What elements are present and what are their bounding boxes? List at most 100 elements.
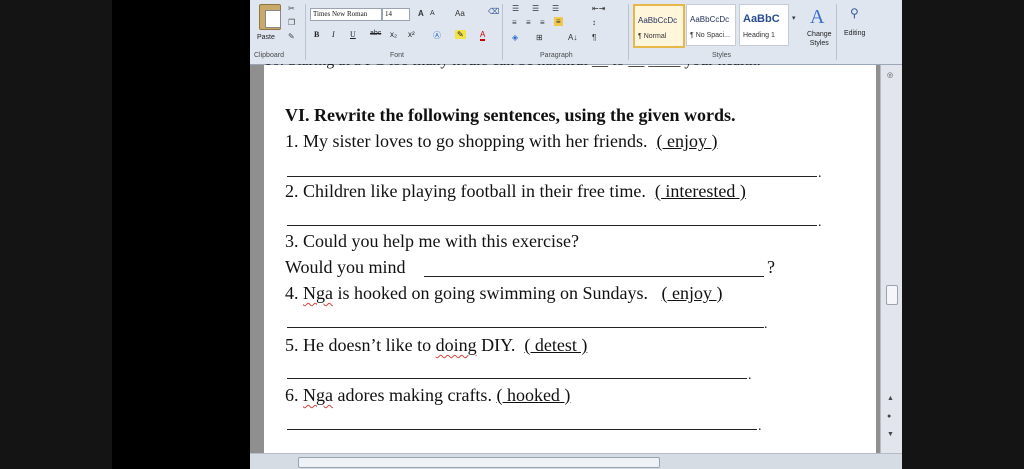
change-styles-icon[interactable]: A: [810, 6, 824, 29]
copy-icon[interactable]: ❐: [288, 18, 295, 27]
paste-button[interactable]: Paste: [257, 4, 283, 50]
subscript-button[interactable]: x₂: [390, 30, 397, 39]
item-4: 4. Nga is hooked on going swimming on Su…: [285, 283, 723, 304]
scroll-down-icon[interactable]: ▼: [887, 431, 894, 438]
style-name: Heading 1: [743, 32, 775, 39]
paste-label: Paste: [257, 34, 275, 41]
horizontal-scrollbar[interactable]: [250, 453, 902, 469]
format-painter-icon[interactable]: ✎: [288, 32, 295, 41]
would-you-mind-text: Would you mind: [285, 257, 406, 277]
divider: [836, 4, 837, 60]
strikethrough-button[interactable]: abc: [370, 30, 381, 37]
answer-line-5[interactable]: [287, 378, 747, 379]
item-text: 4.: [285, 283, 303, 303]
style-sample: AaBbCcDc: [690, 15, 730, 24]
align-right-icon[interactable]: ≡: [540, 18, 545, 27]
borders-icon[interactable]: ⊞: [536, 33, 543, 42]
superscript-button[interactable]: x²: [408, 30, 415, 39]
vertical-scrollbar[interactable]: ◎ ▲ ● ▼: [880, 65, 902, 453]
answer-line-3[interactable]: [424, 276, 764, 277]
browse-object-icon[interactable]: ●: [887, 413, 891, 420]
item-text: adores making crafts.: [333, 385, 492, 405]
document-page: VI. Rewrite the following sentences, usi…: [264, 65, 876, 453]
answer-line-1[interactable]: [287, 176, 817, 177]
item-text: 5. He doesn’t like to: [285, 335, 436, 355]
align-left-icon[interactable]: ≡: [512, 18, 517, 27]
change-case-button[interactable]: Aa: [455, 9, 465, 18]
sort-button[interactable]: A↓: [568, 33, 577, 42]
font-family-select[interactable]: Times New Roman: [310, 8, 382, 21]
question-mark: ?: [767, 257, 775, 277]
period: .: [748, 368, 752, 383]
underline-button[interactable]: U: [350, 30, 356, 39]
item-hint: ( hooked ): [496, 385, 571, 405]
highlight-icon[interactable]: ✎: [455, 30, 466, 39]
style-sample: AaBbC: [743, 13, 780, 25]
cut-icon[interactable]: ✂: [288, 4, 295, 13]
flagged-word: Nga: [303, 385, 333, 405]
indent-icon[interactable]: ⇤⇥: [592, 4, 605, 13]
clipboard-group-label: Clipboard: [254, 52, 284, 59]
numbering-icon[interactable]: ☰: [532, 4, 539, 13]
flagged-word: doing: [435, 335, 477, 355]
shading-icon[interactable]: ◈: [512, 33, 518, 42]
show-formatting-button[interactable]: ¶: [592, 33, 596, 42]
divider: [305, 4, 306, 60]
answer-line-4[interactable]: [287, 327, 764, 328]
clear-formatting-icon[interactable]: ⌫: [488, 7, 499, 16]
bold-button[interactable]: B: [314, 30, 319, 39]
grow-font-button[interactable]: A: [418, 9, 424, 18]
style-name: ¶ Normal: [638, 33, 667, 40]
item-hint: ( interested ): [654, 181, 746, 201]
scroll-thumb[interactable]: [886, 285, 898, 305]
item-hint: ( enjoy ): [656, 131, 718, 151]
word-window: Paste ✂ ❐ ✎ Clipboard Times New Roman 14…: [250, 0, 902, 469]
period: .: [758, 419, 762, 434]
font-size-select[interactable]: 14: [382, 8, 410, 21]
answer-line-6[interactable]: [287, 429, 757, 430]
scroll-up-icon[interactable]: ▲: [887, 395, 894, 402]
item-2: 2. Children like playing football in the…: [285, 181, 746, 202]
period: .: [764, 317, 768, 332]
exercise-heading: VI. Rewrite the following sentences, usi…: [285, 105, 736, 125]
divider: [628, 4, 629, 60]
styles-group-label: Styles: [712, 52, 732, 59]
ruler-toggle-icon[interactable]: ◎: [887, 71, 893, 79]
style-sample: AaBbCcDc: [638, 16, 678, 25]
item-1: 1. My sister loves to go shopping with h…: [285, 131, 717, 152]
answer-line-2[interactable]: [287, 225, 817, 226]
item-text: 1. My sister loves to go shopping with h…: [285, 131, 648, 151]
font-color-icon[interactable]: A: [480, 30, 486, 41]
styles-more-icon[interactable]: ▾: [792, 14, 796, 22]
align-center-icon[interactable]: ≡: [526, 18, 531, 27]
ribbon: Paste ✂ ❐ ✎ Clipboard Times New Roman 14…: [250, 0, 902, 65]
style-no-spacing[interactable]: AaBbCcDc ¶ No Spaci...: [686, 4, 736, 46]
flagged-word: Nga: [303, 283, 333, 303]
style-heading-1[interactable]: AaBbC Heading 1: [739, 4, 789, 46]
style-name: ¶ No Spaci...: [690, 32, 730, 39]
item-5: 5. He doesn’t like to doing DIY. ( detes…: [285, 335, 587, 356]
item-text: is hooked on going swimming on Sundays.: [333, 283, 649, 303]
period: .: [818, 166, 822, 181]
justify-icon[interactable]: ≡: [554, 17, 563, 26]
right-background: [902, 0, 1024, 469]
bullets-icon[interactable]: ☰: [512, 4, 519, 13]
multilevel-list-icon[interactable]: ☰: [552, 4, 559, 13]
item-text: 6.: [285, 385, 303, 405]
item-6: 6. Nga adores making crafts. ( hooked ): [285, 385, 570, 406]
editing-button[interactable]: Editing: [844, 30, 865, 37]
change-styles-label: Change: [807, 31, 832, 38]
change-styles-label-2: Styles: [809, 40, 829, 47]
change-styles-button[interactable]: Change Styles: [807, 30, 832, 48]
shrink-font-button[interactable]: A: [430, 10, 435, 17]
binoculars-icon[interactable]: ⚲: [850, 6, 859, 20]
left-background: [0, 0, 112, 469]
italic-button[interactable]: I: [332, 30, 335, 39]
text-effects-icon[interactable]: Ⓐ: [433, 30, 441, 41]
style-normal[interactable]: AaBbCcDc ¶ Normal: [633, 4, 685, 48]
item-text: DIY.: [476, 335, 516, 355]
item-hint: ( detest ): [524, 335, 588, 355]
line-spacing-icon[interactable]: ↕: [592, 18, 596, 27]
item-text: 2. Children like playing football in the…: [285, 181, 646, 201]
horizontal-scroll-thumb[interactable]: [298, 457, 660, 468]
